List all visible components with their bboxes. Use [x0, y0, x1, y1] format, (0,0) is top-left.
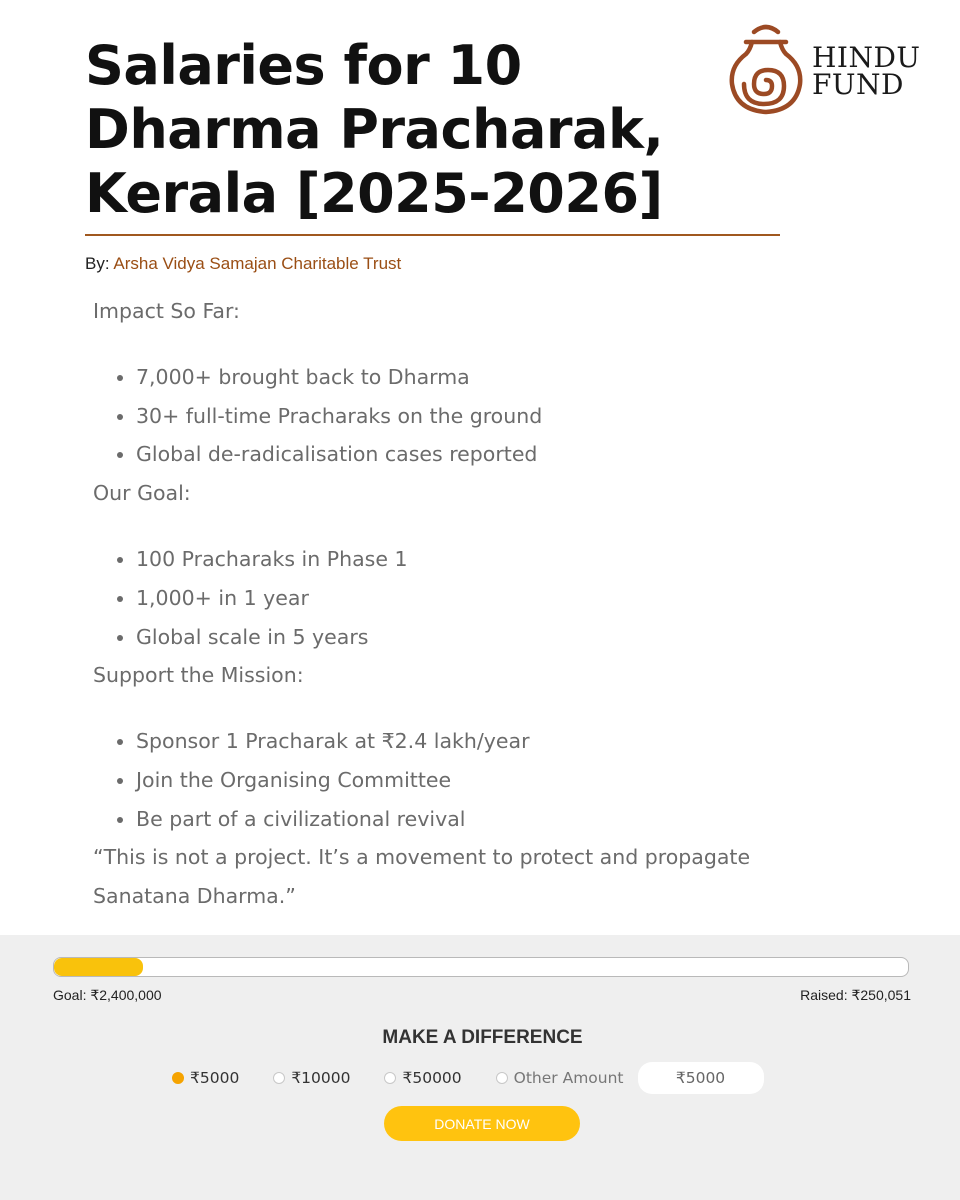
list-item: 30+ full-time Pracharaks on the ground: [136, 397, 853, 436]
radio-50000[interactable]: [384, 1072, 397, 1084]
amount-options: ₹5000 ₹10000 ₹50000 Other Amount: [172, 1062, 764, 1094]
funding-progress-fill: [54, 958, 143, 976]
byline: By: Arsha Vidya Samajan Charitable Trust: [85, 254, 401, 274]
donate-heading: MAKE A DIFFERENCE: [382, 1027, 583, 1048]
funding-progress-bar: [53, 957, 909, 977]
amount-option-other[interactable]: Other Amount: [495, 1069, 624, 1087]
custom-amount-input[interactable]: [637, 1062, 764, 1094]
logo-line-2: FUND: [812, 68, 904, 101]
amount-option-label: Other Amount: [513, 1069, 624, 1087]
amount-option-50000[interactable]: ₹50000: [384, 1069, 462, 1087]
radio-10000[interactable]: [273, 1072, 286, 1084]
radio-other[interactable]: [495, 1072, 508, 1084]
campaign-description: Impact So Far: 7,000+ brought back to Dh…: [93, 292, 853, 916]
spiral-pot-icon: [729, 24, 803, 115]
list-item: Join the Organising Committee: [136, 761, 853, 800]
list-item: 1,000+ in 1 year: [136, 579, 853, 618]
raised-amount: Raised: ₹250,051: [800, 987, 911, 1003]
donate-now-button[interactable]: DONATE NOW: [384, 1106, 580, 1141]
amount-option-label: ₹5000: [190, 1069, 240, 1087]
logo-line-1: HINDU: [812, 41, 921, 74]
amount-option-10000[interactable]: ₹10000: [273, 1069, 350, 1087]
list-item: Global scale in 5 years: [136, 618, 853, 657]
radio-5000[interactable]: [172, 1072, 184, 1084]
list-item: 7,000+ brought back to Dharma: [136, 358, 853, 397]
logo-wordmark: HINDU FUND: [812, 41, 921, 101]
section-heading-impact: Impact So Far:: [93, 299, 240, 323]
hindu-fund-logo[interactable]: HINDU FUND: [726, 24, 936, 116]
section-heading-goal: Our Goal:: [93, 481, 191, 506]
list-item: 100 Pracharaks in Phase 1: [136, 540, 853, 579]
organization-link[interactable]: Arsha Vidya Samajan Charitable Trust: [113, 254, 401, 273]
support-list: Sponsor 1 Pracharak at ₹2.4 lakh/year Jo…: [93, 722, 853, 838]
title-divider: [85, 234, 780, 236]
amount-option-5000[interactable]: ₹5000: [172, 1069, 239, 1087]
mission-quote: “This is not a project. It’s a movement …: [93, 845, 751, 909]
byline-prefix: By:: [85, 254, 110, 273]
impact-list: 7,000+ brought back to Dharma 30+ full-t…: [93, 358, 853, 474]
amount-option-label: ₹10000: [291, 1069, 351, 1087]
goal-amount: Goal: ₹2,400,000: [53, 987, 162, 1003]
section-heading-support: Support the Mission:: [93, 663, 304, 688]
list-item: Sponsor 1 Pracharak at ₹2.4 lakh/year: [136, 722, 853, 761]
donation-panel: Goal: ₹2,400,000 Raised: ₹250,051 MAKE A…: [0, 935, 960, 1200]
page-title: Salaries for 10 Dharma Pracharak, Kerala…: [85, 34, 664, 225]
list-item: Global de-radicalisation cases reported: [136, 435, 853, 474]
goal-list: 100 Pracharaks in Phase 1 1,000+ in 1 ye…: [93, 540, 853, 656]
amount-option-label: ₹50000: [402, 1069, 462, 1087]
list-item: Be part of a civilizational revival: [136, 800, 853, 839]
